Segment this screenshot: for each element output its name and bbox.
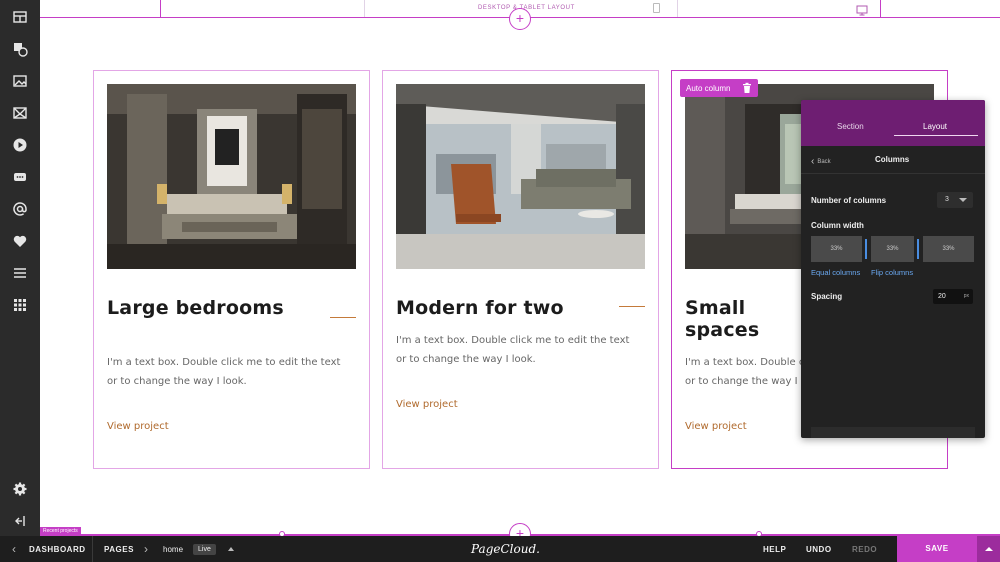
current-page-name[interactable]: home: [163, 545, 183, 554]
redo-button[interactable]: REDO: [852, 545, 877, 554]
recent-projects-tag[interactable]: Recent projects: [40, 527, 81, 535]
video-icon[interactable]: [12, 137, 28, 153]
dashboard-button[interactable]: DASHBOARD: [29, 545, 86, 554]
breakpoint-divider: [364, 0, 365, 17]
column-width-3[interactable]: 33%: [923, 236, 974, 262]
tab-layout[interactable]: Layout: [923, 122, 947, 131]
column-resize-handle[interactable]: [917, 239, 919, 259]
panel-title: Columns: [875, 155, 910, 164]
number-of-columns-select[interactable]: 3: [937, 192, 973, 208]
chat-icon[interactable]: [12, 169, 28, 185]
card-title[interactable]: Large bedrooms: [107, 297, 307, 319]
project-card[interactable]: Large bedrooms I'm a text box. Double cl…: [93, 70, 370, 469]
image-icon[interactable]: [12, 73, 28, 89]
tab-section[interactable]: Section: [837, 122, 864, 131]
left-toolbar: [0, 0, 40, 536]
column-resize-handle[interactable]: [865, 239, 867, 259]
breakpoint-marker[interactable]: [880, 0, 881, 17]
back-button[interactable]: ‹ Back: [811, 156, 831, 167]
column-width-2[interactable]: 33%: [871, 236, 914, 262]
spacing-input[interactable]: 20 px: [933, 289, 973, 304]
accent-rule: [330, 317, 356, 318]
desktop-layout-icon[interactable]: [856, 3, 868, 21]
bottom-bar: ‹ DASHBOARD PAGES › home Live PageCloud.…: [0, 536, 1000, 562]
heart-icon[interactable]: [12, 233, 28, 249]
chevron-left-icon[interactable]: ‹: [12, 542, 16, 556]
section-icon[interactable]: [12, 9, 28, 25]
view-project-link[interactable]: View project: [107, 421, 169, 432]
mobile-layout-icon[interactable]: [653, 3, 660, 13]
save-button[interactable]: SAVE: [897, 536, 977, 562]
panel-footer: [811, 427, 975, 438]
shapes-icon[interactable]: [12, 41, 28, 57]
pagecloud-logo: PageCloud.: [471, 542, 540, 556]
column-width-1[interactable]: 33%: [811, 236, 862, 262]
breakpoint-marker[interactable]: [160, 0, 161, 17]
view-project-link[interactable]: View project: [396, 399, 458, 410]
number-of-columns-label: Number of columns: [811, 196, 887, 205]
accent-rule: [619, 306, 645, 307]
spacing-label: Spacing: [811, 292, 843, 301]
auto-column-label: Auto column: [686, 83, 731, 93]
card-body-text[interactable]: I'm a text box. Double click me to edit …: [685, 353, 805, 391]
panel-tabs: Section Layout: [801, 100, 985, 146]
chevron-left-icon: ‹: [811, 156, 815, 167]
project-card[interactable]: Modern for two I'm a text box. Double cl…: [382, 70, 659, 469]
column-width-label: Column width: [811, 221, 864, 230]
card-title[interactable]: Small spaces: [685, 297, 795, 341]
card-title[interactable]: Modern for two: [396, 297, 616, 319]
help-button[interactable]: HELP: [763, 545, 786, 554]
pages-button[interactable]: PAGES: [104, 545, 134, 554]
active-tab-indicator: [894, 135, 978, 136]
auto-column-tag[interactable]: Auto column: [680, 79, 758, 97]
apps-grid-icon[interactable]: [12, 297, 28, 313]
card-image-lounge[interactable]: [396, 84, 645, 269]
add-section-top-button[interactable]: +: [509, 8, 531, 30]
chevron-up-icon[interactable]: [228, 547, 234, 551]
card-image-bedroom[interactable]: [107, 84, 356, 269]
at-sign-icon[interactable]: [12, 201, 28, 217]
card-body-text[interactable]: I'm a text box. Double click me to edit …: [107, 353, 352, 391]
save-options-button[interactable]: [977, 536, 1000, 562]
settings-gear-icon[interactable]: [12, 481, 28, 497]
breakpoint-divider: [677, 0, 678, 17]
panel-subheader: ‹ Back Columns: [801, 146, 985, 174]
equal-columns-link[interactable]: Equal columns: [811, 268, 860, 277]
chevron-up-icon: [985, 547, 993, 551]
undo-button[interactable]: UNDO: [806, 545, 832, 554]
trash-icon[interactable]: [741, 82, 753, 94]
view-project-link[interactable]: View project: [685, 421, 747, 432]
flip-columns-link[interactable]: Flip columns: [871, 268, 913, 277]
collapse-panel-icon[interactable]: [12, 513, 28, 529]
menu-icon[interactable]: [12, 265, 28, 281]
gallery-icon[interactable]: [12, 105, 28, 121]
divider: [92, 536, 93, 562]
chevron-right-icon: ›: [144, 542, 148, 556]
live-status-badge: Live: [193, 544, 216, 555]
card-body-text[interactable]: I'm a text box. Double click me to edit …: [396, 331, 641, 369]
chevron-down-icon: [959, 198, 967, 202]
columns-settings-panel: Section Layout ‹ Back Columns Number of c…: [801, 100, 985, 438]
